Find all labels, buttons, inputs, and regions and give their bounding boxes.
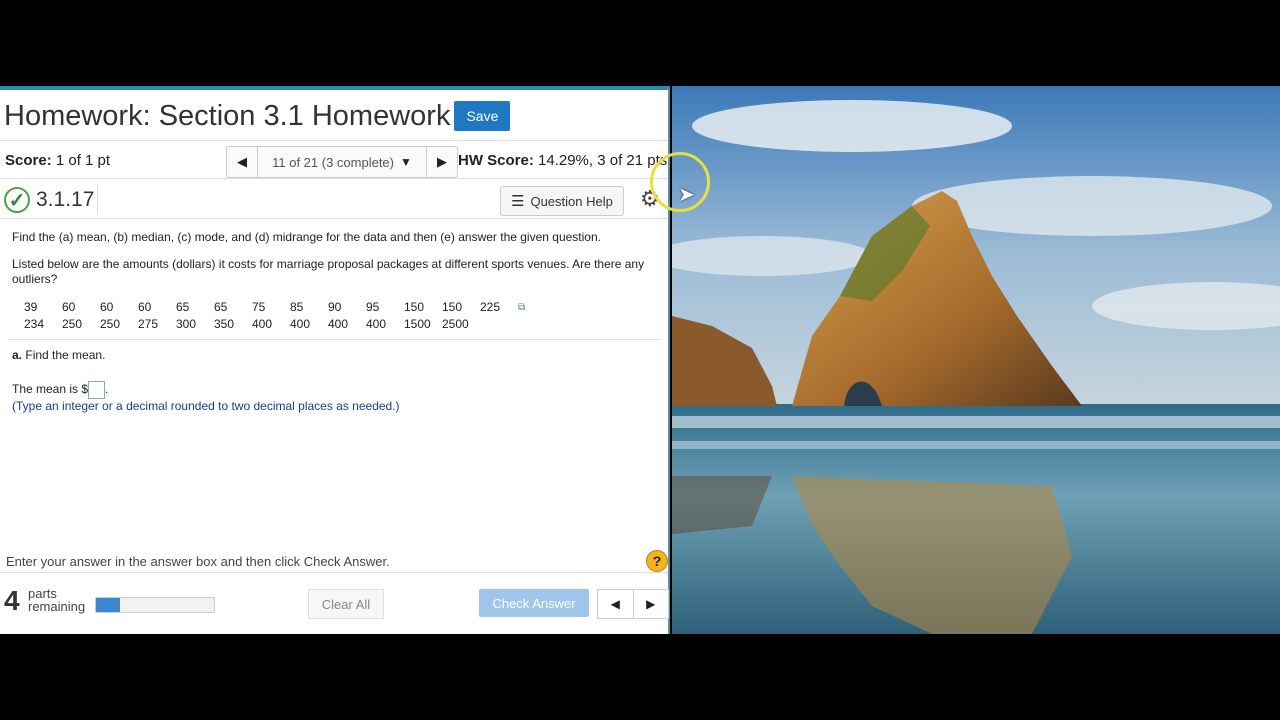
progress-bar bbox=[95, 597, 215, 613]
checkmark-icon: ✓ bbox=[4, 187, 30, 213]
wallpaper-image bbox=[672, 86, 1280, 634]
triangle-right-icon: ▶ bbox=[437, 154, 447, 169]
question-instruction: Find the (a) mean, (b) median, (c) mode,… bbox=[12, 230, 601, 244]
triangle-right-icon: ▶ bbox=[646, 597, 656, 611]
homework-panel: Homework: Section 3.1 Homework Save Scor… bbox=[0, 86, 670, 634]
table-cell: 234 bbox=[24, 317, 45, 331]
next-question-button[interactable]: ▶ bbox=[427, 147, 457, 177]
footer-instruction: Enter your answer in the answer box and … bbox=[6, 554, 390, 569]
table-cell: 65 bbox=[214, 300, 228, 314]
hw-score-value: 14.29%, 3 of 21 pts bbox=[538, 152, 668, 169]
question-id-row: ✓ 3.1.17 bbox=[4, 184, 94, 216]
table-cell: 250 bbox=[62, 317, 83, 331]
next-part-button[interactable]: ▶ bbox=[632, 590, 669, 618]
desktop-wallpaper bbox=[672, 86, 1280, 634]
table-row: 39 60 60 60 65 65 75 85 90 95 150 150 225 ⧉ bbox=[24, 299, 556, 316]
table-cell: 85 bbox=[290, 300, 304, 314]
question-id: 3.1.17 bbox=[36, 188, 95, 211]
question-select[interactable]: 11 of 21 (3 complete) ▼ bbox=[257, 147, 427, 177]
mouse-pointer-icon: ➤ bbox=[678, 184, 695, 206]
table-cell: 60 bbox=[100, 300, 114, 314]
table-cell: 60 bbox=[62, 300, 76, 314]
part-navigator: ◀ ▶ bbox=[597, 589, 669, 619]
triangle-left-icon: ◀ bbox=[237, 154, 247, 169]
table-cell: 400 bbox=[328, 317, 349, 331]
bottom-bar: 4 parts remaining Clear All Check Answer… bbox=[0, 572, 669, 635]
table-cell: 90 bbox=[328, 300, 342, 314]
table-cell: 275 bbox=[138, 317, 159, 331]
question-prompt: Listed below are the amounts (dollars) i… bbox=[12, 257, 645, 286]
prev-part-button[interactable]: ◀ bbox=[598, 590, 633, 618]
divider bbox=[0, 178, 668, 179]
hw-score-label: HW Score: bbox=[458, 152, 534, 169]
question-help-button[interactable]: ☰ Question Help bbox=[500, 186, 624, 216]
copy-data-icon[interactable]: ⧉ bbox=[518, 299, 556, 316]
divider bbox=[97, 184, 98, 214]
table-cell: 65 bbox=[176, 300, 190, 314]
save-button[interactable]: Save bbox=[454, 101, 511, 131]
table-cell: 400 bbox=[290, 317, 311, 331]
question-help-label: Question Help bbox=[530, 193, 613, 209]
score-value: 1 of 1 pt bbox=[55, 152, 111, 169]
progress-fill bbox=[96, 598, 120, 612]
caret-down-icon: ▼ bbox=[400, 155, 412, 169]
table-cell: 400 bbox=[366, 317, 387, 331]
hw-score: HW Score: 14.29%, 3 of 21 pts bbox=[458, 152, 667, 169]
table-cell: 39 bbox=[24, 300, 38, 314]
table-cell: 300 bbox=[176, 317, 197, 331]
parts-remaining-label: parts remaining bbox=[28, 587, 85, 613]
triangle-left-icon: ◀ bbox=[610, 597, 620, 611]
title-row: Homework: Section 3.1 Homework Save bbox=[4, 96, 511, 136]
table-cell: 95 bbox=[366, 300, 380, 314]
check-answer-button[interactable]: Check Answer bbox=[479, 589, 589, 617]
table-cell: 1500 bbox=[404, 317, 431, 331]
question-content: Find the (a) mean, (b) median, (c) mode,… bbox=[8, 230, 660, 414]
table-cell: 2500 bbox=[442, 317, 469, 331]
page-title: Homework: Section 3.1 Homework bbox=[4, 99, 451, 132]
answer-hint: (Type an integer or a decimal rounded to… bbox=[12, 399, 400, 413]
table-cell: 225 bbox=[480, 300, 501, 314]
answer-suffix: . bbox=[105, 382, 109, 397]
part-a-label: a. bbox=[12, 348, 23, 362]
prev-question-button[interactable]: ◀ bbox=[227, 147, 257, 177]
table-row: 234 250 250 275 300 350 400 400 400 400 1500 2500 bbox=[24, 316, 556, 333]
question-position: 11 of 21 (3 complete) bbox=[272, 154, 394, 170]
table-cell: 150 bbox=[442, 300, 463, 314]
screen-area: Homework: Section 3.1 Homework Save Scor… bbox=[0, 86, 1280, 634]
divider bbox=[0, 218, 668, 219]
score-label: Score: bbox=[5, 152, 52, 169]
data-table: 39 60 60 60 65 65 75 85 90 95 150 150 225 ⧉ 234 250 250… bbox=[24, 299, 556, 333]
divider bbox=[0, 140, 668, 141]
mean-answer-input[interactable] bbox=[88, 381, 106, 399]
answer-prefix: The mean is $ bbox=[12, 382, 89, 397]
table-cell: 250 bbox=[100, 317, 121, 331]
table-cell: 150 bbox=[404, 300, 425, 314]
score: Score: 1 of 1 pt bbox=[5, 152, 110, 169]
part-a: a. Find the mean. bbox=[12, 348, 656, 363]
parts-count: 4 bbox=[4, 585, 20, 616]
table-cell: 60 bbox=[138, 300, 152, 314]
question-navigator: ◀ 11 of 21 (3 complete) ▼ ▶ bbox=[226, 146, 458, 178]
table-cell: 400 bbox=[252, 317, 273, 331]
answer-line: The mean is $. bbox=[12, 381, 656, 399]
help-icon[interactable]: ? bbox=[646, 550, 668, 572]
clear-all-button[interactable]: Clear All bbox=[308, 589, 384, 619]
list-icon: ☰ bbox=[511, 193, 525, 210]
part-a-text: Find the mean. bbox=[25, 348, 106, 362]
divider bbox=[8, 339, 660, 340]
remaining-word: remaining bbox=[28, 599, 86, 614]
table-cell: 75 bbox=[252, 300, 266, 314]
table-cell: 350 bbox=[214, 317, 235, 331]
